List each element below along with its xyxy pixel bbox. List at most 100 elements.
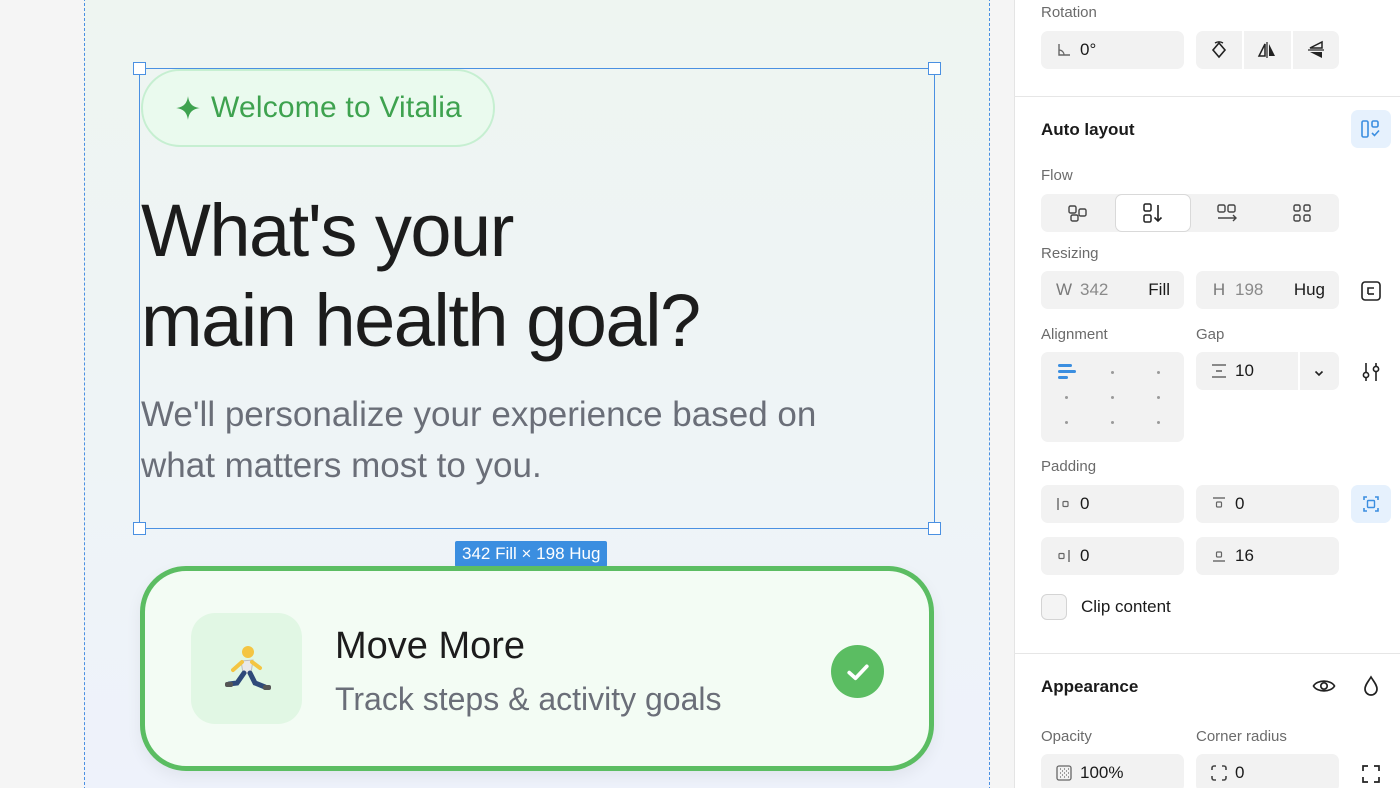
gap-input[interactable]: 10 (1196, 352, 1339, 390)
resize-constraints-icon (1361, 281, 1381, 301)
flow-grid-button[interactable] (1265, 194, 1339, 232)
padding-top-value: 0 (1235, 494, 1245, 513)
angle-icon (1052, 42, 1076, 58)
subtitle[interactable]: We'll personalize your experience based … (141, 389, 901, 491)
flow-freeform-button[interactable] (1041, 194, 1115, 232)
subtitle-line-1: We'll personalize your experience based … (141, 395, 817, 434)
check-icon (831, 645, 884, 698)
width-mode[interactable]: Fill (1148, 280, 1170, 300)
alignment-label: Alignment (1041, 326, 1108, 343)
horizontal-icon (1217, 204, 1237, 222)
gap-label: Gap (1196, 326, 1225, 343)
selection-size-label: 342 Fill × 198 Hug (455, 541, 608, 567)
auto-layout-heading: Auto layout (1041, 120, 1135, 139)
opacity-input[interactable]: 100% (1041, 754, 1184, 788)
padding-top-icon (1207, 496, 1231, 512)
sparkle-icon (176, 96, 200, 120)
auto-layout-icon (1361, 120, 1380, 138)
height-input[interactable]: H 198 Hug (1196, 271, 1339, 309)
gap-divider (1298, 352, 1300, 390)
vertical-icon (1143, 203, 1163, 223)
layout-settings-button[interactable] (1358, 359, 1384, 385)
runner-icon (224, 645, 271, 690)
flip-vertical-button[interactable] (1290, 31, 1339, 69)
resizing-label: Resizing (1041, 245, 1099, 262)
independent-corners-button[interactable] (1358, 761, 1384, 787)
transform-actions (1196, 31, 1339, 69)
droplet-icon (1364, 675, 1378, 696)
corner-radius-label: Corner radius (1196, 728, 1287, 745)
padding-right-value: 0 (1080, 546, 1090, 565)
width-prefix: W (1055, 280, 1073, 299)
padding-right-input[interactable]: 0 (1041, 537, 1184, 575)
opacity-label: Opacity (1041, 728, 1092, 745)
section-divider (1014, 653, 1400, 654)
headline-line-1: What's your (141, 189, 514, 272)
align-middle-center-dot[interactable] (1111, 396, 1114, 399)
rotation-input[interactable]: 0° (1041, 31, 1184, 69)
corner-radius-icon (1207, 764, 1231, 782)
align-bottom-left-dot[interactable] (1065, 421, 1068, 424)
blend-mode-button[interactable] (1358, 673, 1384, 699)
rotation-value: 0° (1080, 40, 1097, 59)
padding-bottom-value: 16 (1235, 546, 1254, 565)
subtitle-line-2: what matters most to you. (141, 446, 542, 485)
freeform-icon (1068, 205, 1087, 222)
flow-horizontal-button[interactable] (1191, 194, 1265, 232)
padding-bottom-icon (1207, 548, 1231, 564)
align-top-center-dot[interactable] (1111, 371, 1114, 374)
rotate-button[interactable] (1196, 31, 1242, 69)
eye-icon (1312, 680, 1336, 692)
auto-layout-toggle[interactable] (1351, 110, 1391, 148)
padding-bottom-input[interactable]: 16 (1196, 537, 1339, 575)
chevron-down-icon[interactable] (1313, 364, 1325, 384)
padding-left-input[interactable]: 0 (1041, 485, 1184, 523)
height-prefix: H (1212, 280, 1226, 299)
padding-left-value: 0 (1080, 494, 1090, 513)
height-value: 198 (1235, 280, 1264, 299)
option-description: Track steps & activity goals (335, 681, 722, 717)
corner-radius-value: 0 (1235, 763, 1245, 782)
height-mode[interactable]: Hug (1294, 280, 1325, 300)
goal-option-card[interactable]: Move More Track steps & activity goals (140, 566, 934, 771)
individual-padding-button[interactable] (1351, 485, 1391, 523)
constrain-proportions-button[interactable] (1358, 278, 1384, 304)
rotate-icon (1212, 41, 1227, 59)
align-middle-left-dot[interactable] (1065, 396, 1068, 399)
clip-content-label[interactable]: Clip content (1081, 597, 1171, 617)
flip-horizontal-icon (1258, 42, 1276, 58)
flip-horizontal-button[interactable] (1242, 31, 1290, 69)
padding-right-icon (1052, 548, 1076, 564)
resize-handle-bottom-right[interactable] (928, 522, 941, 535)
gap-icon (1207, 363, 1231, 379)
appearance-heading: Appearance (1041, 677, 1139, 696)
align-top-left-icon[interactable] (1058, 364, 1076, 380)
align-bottom-right-dot[interactable] (1157, 421, 1160, 424)
padding-label: Padding (1041, 458, 1097, 475)
corner-radius-input[interactable]: 0 (1196, 754, 1339, 788)
opacity-icon (1052, 764, 1076, 782)
individual-padding-icon (1363, 496, 1379, 512)
design-canvas[interactable]: Welcome to Vitalia What's your main heal… (0, 0, 1014, 788)
width-input[interactable]: W 342 Fill (1041, 271, 1184, 309)
welcome-badge[interactable]: Welcome to Vitalia (141, 69, 495, 147)
visibility-button[interactable] (1311, 673, 1337, 699)
flow-segmented-control (1041, 194, 1339, 232)
align-top-right-dot[interactable] (1157, 371, 1160, 374)
headline[interactable]: What's your main health goal? (141, 186, 901, 366)
runner-icon-box (191, 613, 302, 724)
padding-top-input[interactable]: 0 (1196, 485, 1339, 523)
flow-vertical-button[interactable] (1115, 194, 1191, 232)
welcome-badge-text: Welcome to Vitalia (211, 91, 462, 124)
resize-handle-top-left[interactable] (133, 62, 146, 75)
section-divider (1014, 96, 1400, 97)
resize-handle-bottom-left[interactable] (133, 522, 146, 535)
resize-handle-top-right[interactable] (928, 62, 941, 75)
align-bottom-center-dot[interactable] (1111, 421, 1114, 424)
padding-left-icon (1052, 496, 1076, 512)
sliders-icon (1362, 363, 1380, 381)
flip-vertical-icon (1307, 40, 1324, 58)
width-value: 342 (1080, 280, 1109, 299)
clip-content-checkbox[interactable] (1041, 594, 1067, 620)
align-middle-right-dot[interactable] (1157, 396, 1160, 399)
